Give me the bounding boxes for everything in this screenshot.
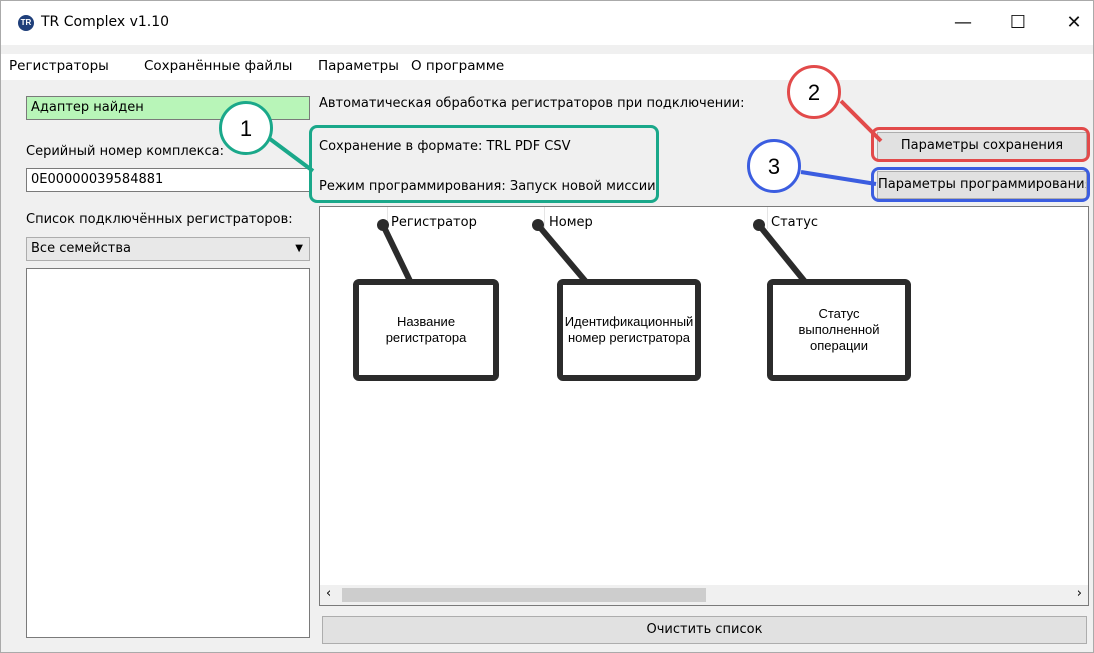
minimize-button[interactable]: —: [938, 1, 988, 45]
column-header-status[interactable]: Статус: [771, 215, 818, 230]
serial-number-field[interactable]: 0E00000039584881: [26, 168, 310, 192]
clear-list-button[interactable]: Очистить список: [322, 616, 1087, 644]
maximize-button[interactable]: ☐: [993, 1, 1043, 45]
serial-label: Серийный номер комплекса:: [26, 144, 224, 159]
menu-parameters[interactable]: Параметры: [318, 58, 399, 74]
close-button[interactable]: ✕: [1049, 1, 1094, 45]
column-header-registrator[interactable]: Регистратор: [391, 215, 477, 230]
menu-saved-files[interactable]: Сохранённые файлы: [144, 58, 292, 74]
scroll-left-icon[interactable]: ‹: [326, 586, 331, 601]
window-title: TR Complex v1.10: [41, 14, 170, 30]
app-logo-icon: TR: [18, 15, 34, 31]
scroll-right-icon[interactable]: ›: [1077, 586, 1082, 601]
chevron-down-icon: ▼: [295, 243, 303, 254]
column-separator: [544, 207, 545, 229]
callout-operation-status: Статус выполненной операции: [767, 279, 911, 381]
column-separator: [387, 207, 388, 229]
menu-about[interactable]: О программе: [411, 58, 504, 74]
marker-1: 1: [219, 101, 273, 155]
marker-3: 3: [747, 139, 801, 193]
family-filter-select[interactable]: Все семейства ▼: [26, 237, 310, 261]
registrators-table[interactable]: ‹ ›: [319, 206, 1089, 606]
highlight-box-1: [309, 125, 659, 203]
title-bar: TR TR Complex v1.10 — ☐ ✕: [1, 1, 1093, 45]
marker-2: 2: [787, 65, 841, 119]
menu-bar: Регистраторы Сохранённые файлы Параметры…: [1, 54, 1093, 80]
highlight-box-2: [871, 127, 1090, 162]
horizontal-scrollbar[interactable]: ‹ ›: [320, 585, 1088, 605]
callout-id-number: Идентификационный номер регистратора: [557, 279, 701, 381]
highlight-box-3: [871, 167, 1090, 202]
registrators-list-label: Список подключённых регистраторов:: [26, 212, 293, 227]
column-separator: [767, 207, 768, 229]
family-filter-value: Все семейства: [31, 241, 131, 256]
menu-registrators[interactable]: Регистраторы: [9, 58, 109, 74]
main-window: TR TR Complex v1.10 — ☐ ✕ Регистраторы С…: [0, 0, 1094, 653]
callout-registrator-name: Название регистратора: [353, 279, 499, 381]
column-header-number[interactable]: Номер: [549, 215, 593, 230]
auto-processing-label: Автоматическая обработка регистраторов п…: [319, 96, 745, 111]
registrators-listbox[interactable]: [26, 268, 310, 638]
scrollbar-thumb[interactable]: [342, 588, 706, 602]
